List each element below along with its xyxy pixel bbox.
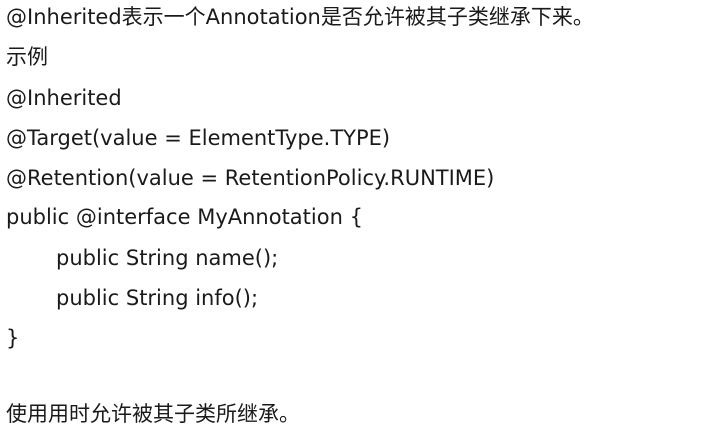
code-line-interface-declaration: public @interface MyAnnotation { [6,205,363,229]
code-line-retention: @Retention(value = RetentionPolicy.RUNTI… [6,166,495,190]
conclusion-text: 使用用时允许被其子类所继承。 [6,402,300,426]
code-line-inherited: @Inherited [6,86,122,110]
code-line-info-method: public String info(); [56,286,259,310]
code-line-name-method: public String name(); [56,246,279,270]
code-line-closing-brace: } [6,326,20,350]
example-label: 示例 [6,45,48,69]
heading-text: @Inherited表示一个Annotation是否允许被其子类继承下来。 [6,5,594,29]
code-line-target: @Target(value = ElementType.TYPE) [6,126,391,150]
document-body: @Inherited表示一个Annotation是否允许被其子类继承下来。 示例… [0,0,720,432]
